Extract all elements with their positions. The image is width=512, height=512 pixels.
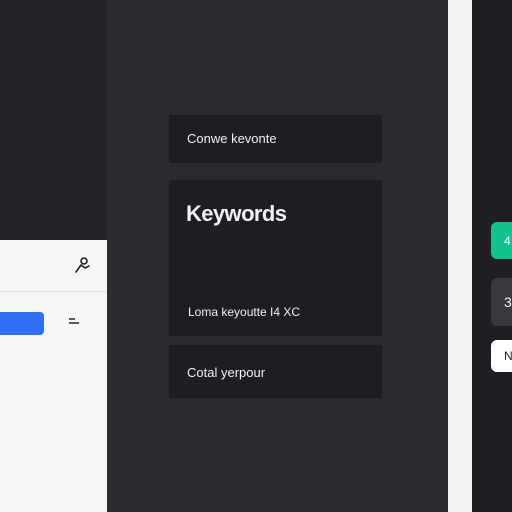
top-card-label: Conwe kevonte <box>187 131 277 146</box>
menu-icon[interactable] <box>66 314 82 330</box>
main-panel: Conwe kevonte Keywords Loma keyoutte I4 … <box>107 0 447 512</box>
keywords-title: Keywords <box>186 201 287 226</box>
left-card-divider <box>0 291 107 292</box>
white-pill-label: N <box>504 349 512 363</box>
primary-button[interactable] <box>0 312 44 335</box>
bottom-card[interactable]: Cotal yerpour <box>169 345 382 398</box>
right-rail: 4 3 N <box>472 0 512 512</box>
bottom-card-label: Cotal yerpour <box>187 365 266 380</box>
green-pill-label: 4 <box>504 233 511 248</box>
top-card[interactable]: Conwe kevonte <box>169 115 382 163</box>
scrollbar-track[interactable] <box>448 0 472 512</box>
left-panel <box>0 0 107 512</box>
keywords-subtitle: Loma keyoutte I4 XC <box>188 305 301 319</box>
left-card <box>0 240 107 512</box>
white-pill-button[interactable]: N <box>491 340 512 372</box>
dark-pill-label: 3 <box>504 294 512 310</box>
green-pill-button[interactable]: 4 <box>491 222 512 259</box>
dark-pill-button[interactable]: 3 <box>491 278 512 326</box>
keywords-card[interactable]: Keywords Loma keyoutte I4 XC <box>169 180 382 336</box>
person-icon[interactable] <box>73 256 91 274</box>
